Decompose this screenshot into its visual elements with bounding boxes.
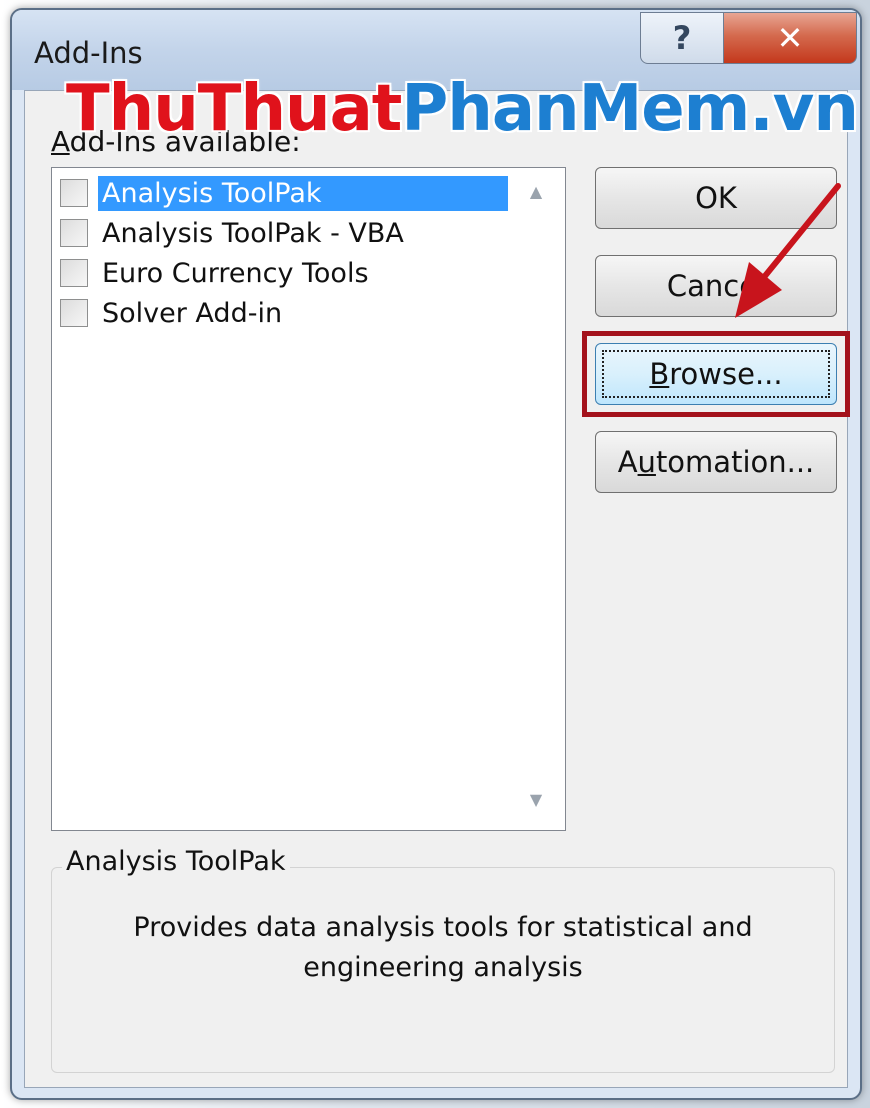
description-groupbox: Analysis ToolPak Provides data analysis … xyxy=(51,846,835,1073)
scroll-down-arrow-icon[interactable]: ▼ xyxy=(522,790,550,810)
checkbox-euro-currency-tools[interactable] xyxy=(60,259,88,287)
ok-button[interactable]: OK xyxy=(595,167,837,229)
cancel-button[interactable]: Cancel xyxy=(595,255,837,317)
checkbox-solver-add-in[interactable] xyxy=(60,299,88,327)
scroll-up-arrow-icon[interactable]: ▲ xyxy=(522,182,550,202)
list-item-euro-currency-tools[interactable]: Euro Currency Tools xyxy=(60,254,508,292)
dialog-title: Add-Ins xyxy=(34,36,143,70)
watermark-logo: ThuThuatPhanMem.vn xyxy=(66,72,859,146)
list-item-label: Analysis ToolPak - VBA xyxy=(102,217,404,249)
dialog-body: Add-Ins available: Analysis ToolPak Anal… xyxy=(24,90,850,1088)
add-ins-listbox[interactable]: Analysis ToolPak Analysis ToolPak - VBA … xyxy=(51,167,566,831)
checkbox-analysis-toolpak-vba[interactable] xyxy=(60,219,88,247)
help-button[interactable]: ? xyxy=(640,12,724,64)
description-text: Provides data analysis tools for statist… xyxy=(133,912,753,983)
list-item-label: Solver Add-in xyxy=(102,297,283,329)
close-icon: ✕ xyxy=(776,19,804,57)
description-title: Analysis ToolPak xyxy=(62,846,290,877)
help-icon: ? xyxy=(672,19,692,57)
list-item-analysis-toolpak[interactable]: Analysis ToolPak xyxy=(60,174,508,212)
automation-button[interactable]: Automation... xyxy=(595,431,837,493)
close-button[interactable]: ✕ xyxy=(723,12,857,64)
add-ins-dialog: Add-Ins ? ✕ Add-Ins available: Analysis … xyxy=(10,8,862,1100)
list-item-label: Analysis ToolPak xyxy=(98,175,508,211)
list-item-label: Euro Currency Tools xyxy=(102,257,369,289)
browse-highlight-box xyxy=(582,331,850,417)
list-item-analysis-toolpak-vba[interactable]: Analysis ToolPak - VBA xyxy=(60,214,508,252)
list-item-solver-add-in[interactable]: Solver Add-in xyxy=(60,294,508,332)
checkbox-analysis-toolpak[interactable] xyxy=(60,179,88,207)
